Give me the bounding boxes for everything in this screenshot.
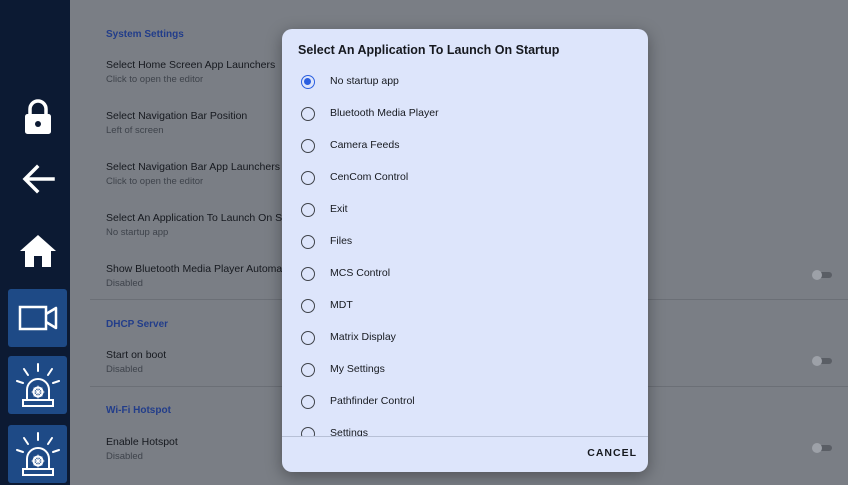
radio-button[interactable] [301, 363, 315, 377]
emergency-light-icon [15, 432, 60, 476]
camera-icon [18, 305, 57, 331]
option-label: Files [330, 235, 353, 247]
option-mdt[interactable]: MDT [282, 290, 648, 322]
enable-hotspot-title[interactable]: Enable Hotspot [106, 436, 178, 448]
dialog-title: Select An Application To Launch On Start… [298, 43, 560, 57]
option-label: Matrix Display [330, 331, 396, 343]
system-settings-header: System Settings [106, 29, 184, 40]
option-camera-feeds[interactable]: Camera Feeds [282, 130, 648, 162]
start-on-boot-subtitle: Disabled [106, 364, 143, 375]
radio-button[interactable] [301, 171, 315, 185]
lock-icon [24, 99, 51, 134]
back-arrow-icon [22, 164, 55, 194]
nav-launchers-title[interactable]: Select Navigation Bar App Launchers [106, 161, 280, 173]
radio-button[interactable] [301, 75, 315, 89]
radio-button[interactable] [301, 235, 315, 249]
home-icon [19, 235, 56, 267]
option-label: MDT [330, 299, 353, 311]
home-button[interactable] [8, 222, 67, 280]
option-label: MCS Control [330, 267, 391, 279]
radio-button[interactable] [301, 267, 315, 281]
start-on-boot-toggle[interactable] [812, 356, 832, 366]
nav-position-subtitle: Left of screen [106, 125, 164, 136]
option-label: No startup app [330, 75, 399, 87]
option-cencom-control[interactable]: CenCom Control [282, 162, 648, 194]
option-label: Bluetooth Media Player [330, 107, 439, 119]
option-label: Settings [330, 427, 368, 436]
wifi-hotspot-header: Wi-Fi Hotspot [106, 405, 171, 416]
radio-button[interactable] [301, 299, 315, 313]
option-bluetooth-media-player[interactable]: Bluetooth Media Player [282, 98, 648, 130]
home-launchers-title[interactable]: Select Home Screen App Launchers [106, 59, 275, 71]
start-on-boot-title[interactable]: Start on boot [106, 349, 166, 361]
radio-button[interactable] [301, 427, 315, 436]
back-button[interactable] [8, 150, 67, 208]
lock-button[interactable] [8, 88, 67, 146]
option-label: Camera Feeds [330, 139, 400, 151]
option-no-startup-app[interactable]: No startup app [282, 66, 648, 98]
bluetooth-auto-title[interactable]: Show Bluetooth Media Player Automa [106, 263, 282, 275]
nav-position-title[interactable]: Select Navigation Bar Position [106, 110, 247, 122]
option-files[interactable]: Files [282, 226, 648, 258]
enable-hotspot-subtitle: Disabled [106, 451, 143, 462]
emergency-light-button[interactable] [8, 356, 67, 414]
option-label: Exit [330, 203, 348, 215]
navigation-rail [0, 0, 70, 485]
option-exit[interactable]: Exit [282, 194, 648, 226]
home-launchers-subtitle: Click to open the editor [106, 74, 204, 85]
cancel-button[interactable]: CANCEL [586, 443, 638, 463]
option-mcs-control[interactable]: MCS Control [282, 258, 648, 290]
startup-app-dialog: Select An Application To Launch On Start… [282, 29, 648, 472]
bluetooth-auto-subtitle: Disabled [106, 278, 143, 289]
radio-button[interactable] [301, 203, 315, 217]
nav-launchers-subtitle: Click to open the editor [106, 176, 204, 187]
startup-app-subtitle: No startup app [106, 227, 169, 238]
dialog-divider [282, 436, 648, 437]
option-my-settings[interactable]: My Settings [282, 354, 648, 386]
options-list[interactable]: No startup app Bluetooth Media Player Ca… [282, 66, 648, 436]
option-label: Pathfinder Control [330, 395, 415, 407]
option-matrix-display[interactable]: Matrix Display [282, 322, 648, 354]
option-label: My Settings [330, 363, 385, 375]
radio-button[interactable] [301, 331, 315, 345]
emergency-light-button-2[interactable] [8, 425, 67, 483]
camera-button[interactable] [8, 289, 67, 347]
radio-button[interactable] [301, 395, 315, 409]
enable-hotspot-toggle[interactable] [812, 443, 832, 453]
bluetooth-auto-toggle[interactable] [812, 270, 832, 280]
option-label: CenCom Control [330, 171, 409, 183]
radio-button[interactable] [301, 139, 315, 153]
dhcp-server-header: DHCP Server [106, 319, 169, 330]
emergency-light-icon [15, 363, 60, 407]
option-settings[interactable]: Settings [282, 418, 648, 436]
radio-button[interactable] [301, 107, 315, 121]
option-pathfinder-control[interactable]: Pathfinder Control [282, 386, 648, 418]
startup-app-title[interactable]: Select An Application To Launch On S [106, 212, 282, 224]
